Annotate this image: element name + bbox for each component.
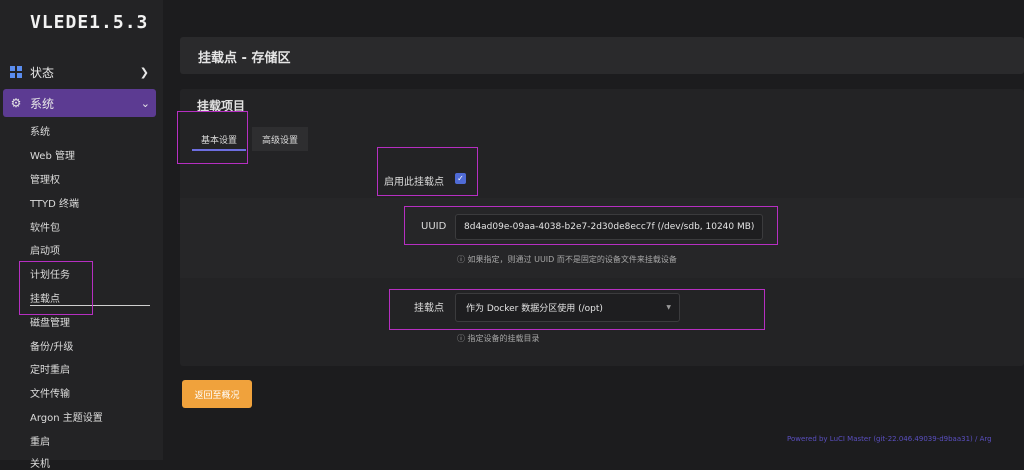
submenu-item-packages[interactable]: 软件包 <box>30 219 60 234</box>
submenu-item-startup[interactable]: 启动项 <box>30 242 60 257</box>
mount-hint-text: 指定设备的挂载目录 <box>467 334 540 343</box>
tab-advanced[interactable]: 高级设置 <box>252 127 308 151</box>
logo: VLEDE1.5.3 <box>30 12 149 33</box>
submenu-item-reboot[interactable]: 重启 <box>30 433 50 448</box>
highlight-box-uuid <box>404 206 778 245</box>
footer-text[interactable]: Powered by LuCI Master (git-22.046.49039… <box>787 435 992 443</box>
menu-system[interactable]: ⚙ 系统 ⌄ <box>3 89 156 117</box>
submenu-item-argon[interactable]: Argon 主题设置 <box>30 409 103 424</box>
submenu-item-backup[interactable]: 备份/升级 <box>30 338 73 353</box>
submenu-item-system[interactable]: 系统 <box>30 123 50 138</box>
uuid-hint-text: 如果指定，则通过 UUID 而不是固定的设备文件来挂载设备 <box>467 255 677 264</box>
menu-status-label: 状态 <box>30 65 55 80</box>
uuid-hint: ⓘ 如果指定，则通过 UUID 而不是固定的设备文件来挂载设备 <box>457 254 677 265</box>
submenu-item-disk[interactable]: 磁盘管理 <box>30 314 70 329</box>
sidebar: VLEDE1.5.3 状态 ❯ ⚙ 系统 ⌄ 系统 Web 管理 管理权 TTY… <box>0 0 163 470</box>
submenu-item-shutdown[interactable]: 关机 <box>30 455 50 470</box>
submenu-item-admin[interactable]: 管理权 <box>30 171 60 186</box>
chevron-down-icon: ⌄ <box>140 96 150 110</box>
highlight-box-mount <box>389 289 765 330</box>
highlight-box-tab <box>177 111 248 164</box>
highlight-box-sidebar <box>19 261 93 315</box>
page-header: 挂载点 - 存储区 <box>180 37 1024 74</box>
submenu-item-web[interactable]: Web 管理 <box>30 147 75 162</box>
chevron-right-icon: ❯ <box>139 65 149 79</box>
submenu-item-ttyd[interactable]: TTYD 终端 <box>30 195 79 210</box>
highlight-box-enable <box>377 147 478 196</box>
help-icon: ⓘ <box>457 334 468 343</box>
back-button[interactable]: 返回至概况 <box>182 380 252 408</box>
mount-hint: ⓘ 指定设备的挂载目录 <box>457 333 540 344</box>
gear-icon: ⚙ <box>10 96 22 110</box>
menu-status[interactable]: 状态 ❯ <box>0 58 163 86</box>
help-icon: ⓘ <box>457 255 468 264</box>
submenu-item-file-transfer[interactable]: 文件传输 <box>30 385 70 400</box>
page-title: 挂载点 - 存储区 <box>198 51 291 66</box>
menu-system-label: 系统 <box>30 96 55 111</box>
submenu-item-reboot-schedule[interactable]: 定时重启 <box>30 361 70 376</box>
dashboard-icon <box>10 66 22 78</box>
